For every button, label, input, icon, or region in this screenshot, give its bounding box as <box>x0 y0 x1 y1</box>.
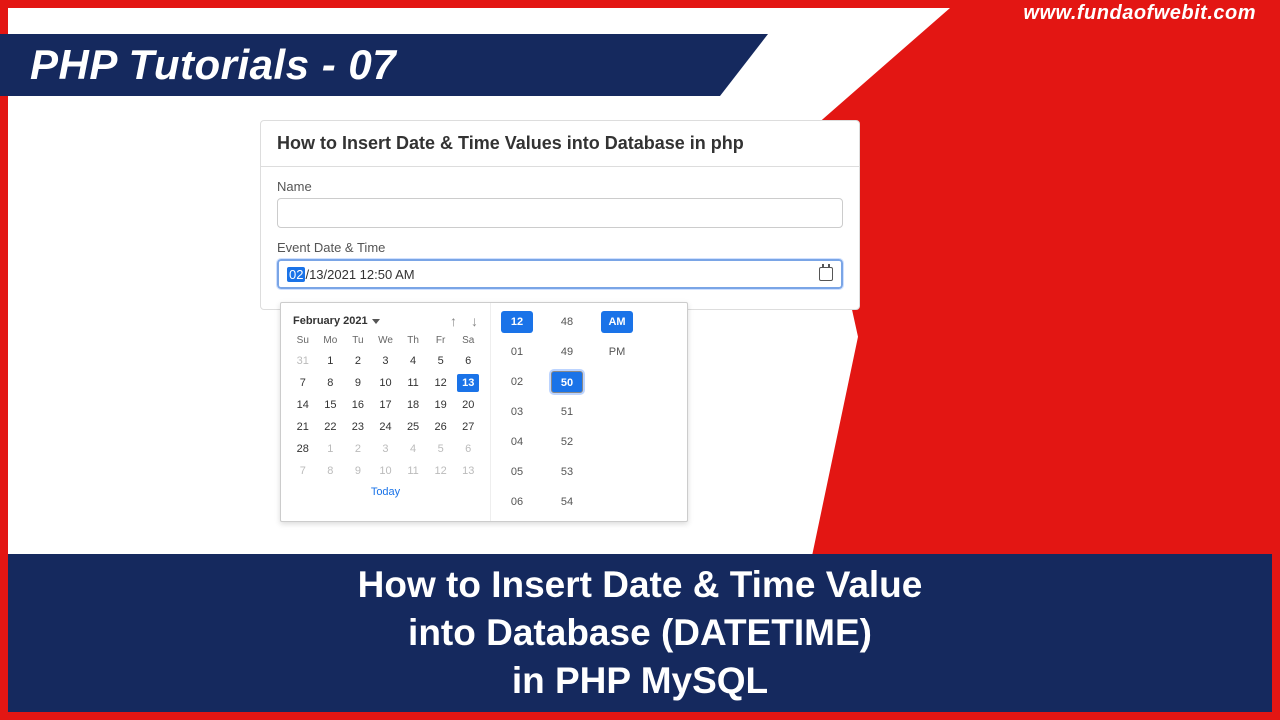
day-cell[interactable]: 18 <box>402 396 424 414</box>
minute-option[interactable]: 53 <box>551 461 583 483</box>
day-cell[interactable]: 15 <box>319 396 341 414</box>
day-cell[interactable]: 8 <box>319 374 341 392</box>
brand-url: www.fundaofwebit.com <box>1023 2 1256 25</box>
day-cell[interactable]: 28 <box>292 440 314 458</box>
chevron-down-icon <box>372 319 380 324</box>
day-cell[interactable]: 24 <box>374 418 396 436</box>
datetime-label: Event Date & Time <box>277 240 843 255</box>
month-select[interactable]: February 2021 <box>293 315 380 327</box>
dow-label: Fr <box>427 335 455 348</box>
day-cell[interactable]: 9 <box>347 374 369 392</box>
day-cell[interactable]: 21 <box>292 418 314 436</box>
bottom-line-3: in PHP MySQL <box>512 657 768 705</box>
day-cell[interactable]: 12 <box>430 462 452 480</box>
calendar-icon[interactable] <box>819 267 833 281</box>
dow-label: Tu <box>344 335 372 348</box>
name-label: Name <box>277 179 843 194</box>
calendar-grid: SuMoTuWeThFrSa31123456789101112131415161… <box>289 335 482 480</box>
day-cell[interactable]: 17 <box>374 396 396 414</box>
day-cell[interactable]: 27 <box>457 418 479 436</box>
day-cell[interactable]: 10 <box>374 374 396 392</box>
day-cell[interactable]: 1 <box>319 440 341 458</box>
day-cell[interactable]: 2 <box>347 352 369 370</box>
card-title: How to Insert Date & Time Values into Da… <box>261 121 859 167</box>
calendar-header: February 2021 ↑ ↓ <box>289 311 482 335</box>
day-cell[interactable]: 3 <box>374 440 396 458</box>
datetime-field[interactable]: 02/13/2021 12:50 AM <box>277 259 843 289</box>
day-cell[interactable]: 2 <box>347 440 369 458</box>
day-cell[interactable]: 20 <box>457 396 479 414</box>
minute-option[interactable]: 54 <box>551 491 583 513</box>
day-cell[interactable]: 6 <box>457 352 479 370</box>
day-cell[interactable]: 4 <box>402 440 424 458</box>
day-cell[interactable]: 6 <box>457 440 479 458</box>
day-cell[interactable]: 7 <box>292 462 314 480</box>
day-cell[interactable]: 16 <box>347 396 369 414</box>
hours-column: 12 01 02 03 04 05 06 <box>501 311 533 513</box>
name-field[interactable] <box>277 198 843 228</box>
day-cell[interactable]: 26 <box>430 418 452 436</box>
bottom-line-1: How to Insert Date & Time Value <box>358 561 923 609</box>
hour-option[interactable]: 02 <box>501 371 533 393</box>
ampm-option[interactable]: PM <box>601 341 633 363</box>
dow-label: Sa <box>454 335 482 348</box>
day-cell[interactable]: 5 <box>430 440 452 458</box>
day-cell[interactable]: 13 <box>457 374 479 392</box>
dow-label: Th <box>399 335 427 348</box>
minute-option[interactable]: 51 <box>551 401 583 423</box>
hour-option[interactable]: 12 <box>501 311 533 333</box>
day-cell[interactable]: 11 <box>402 374 424 392</box>
day-cell[interactable]: 8 <box>319 462 341 480</box>
day-cell[interactable]: 7 <box>292 374 314 392</box>
dow-label: Mo <box>317 335 345 348</box>
minute-option[interactable]: 48 <box>551 311 583 333</box>
time-panel: 12 01 02 03 04 05 06 48 49 50 51 52 53 54 AM PM <box>491 303 687 521</box>
month-label: February 2021 <box>293 315 368 327</box>
day-cell[interactable]: 4 <box>402 352 424 370</box>
minute-option[interactable]: 52 <box>551 431 583 453</box>
bottom-title-bar: How to Insert Date & Time Value into Dat… <box>8 554 1272 712</box>
page-title: PHP Tutorials - 07 <box>30 41 396 89</box>
day-cell[interactable]: 3 <box>374 352 396 370</box>
card-body: Name Event Date & Time 02/13/2021 12:50 … <box>261 167 859 309</box>
minutes-column: 48 49 50 51 52 53 54 <box>551 311 583 513</box>
next-month-icon[interactable]: ↓ <box>471 313 478 329</box>
bottom-line-2: into Database (DATETIME) <box>408 609 872 657</box>
calendar-panel: February 2021 ↑ ↓ SuMoTuWeThFrSa31123456… <box>281 303 491 521</box>
day-cell[interactable]: 5 <box>430 352 452 370</box>
header-bar: PHP Tutorials - 07 <box>0 34 720 96</box>
ampm-option[interactable]: AM <box>601 311 633 333</box>
day-cell[interactable]: 12 <box>430 374 452 392</box>
hour-option[interactable]: 06 <box>501 491 533 513</box>
day-cell[interactable]: 13 <box>457 462 479 480</box>
hour-option[interactable]: 01 <box>501 341 533 363</box>
datetime-rest: /13/2021 12:50 AM <box>305 267 414 282</box>
day-cell[interactable]: 10 <box>374 462 396 480</box>
form-card: How to Insert Date & Time Values into Da… <box>260 120 860 310</box>
prev-month-icon[interactable]: ↑ <box>450 313 457 329</box>
datetime-value: 02/13/2021 12:50 AM <box>287 267 415 282</box>
ampm-column: AM PM <box>601 311 633 513</box>
day-cell[interactable]: 31 <box>292 352 314 370</box>
day-cell[interactable]: 22 <box>319 418 341 436</box>
day-cell[interactable]: 23 <box>347 418 369 436</box>
dow-label: We <box>372 335 400 348</box>
datetime-month-selected: 02 <box>287 267 305 282</box>
day-cell[interactable]: 1 <box>319 352 341 370</box>
datetime-picker: February 2021 ↑ ↓ SuMoTuWeThFrSa31123456… <box>280 302 688 522</box>
dow-label: Su <box>289 335 317 348</box>
minute-option[interactable]: 49 <box>551 341 583 363</box>
hour-option[interactable]: 04 <box>501 431 533 453</box>
today-link[interactable]: Today <box>289 480 482 500</box>
day-cell[interactable]: 25 <box>402 418 424 436</box>
day-cell[interactable]: 19 <box>430 396 452 414</box>
day-cell[interactable]: 9 <box>347 462 369 480</box>
hour-option[interactable]: 03 <box>501 401 533 423</box>
minute-option[interactable]: 50 <box>551 371 583 393</box>
day-cell[interactable]: 11 <box>402 462 424 480</box>
month-nav: ↑ ↓ <box>450 313 478 329</box>
day-cell[interactable]: 14 <box>292 396 314 414</box>
hour-option[interactable]: 05 <box>501 461 533 483</box>
